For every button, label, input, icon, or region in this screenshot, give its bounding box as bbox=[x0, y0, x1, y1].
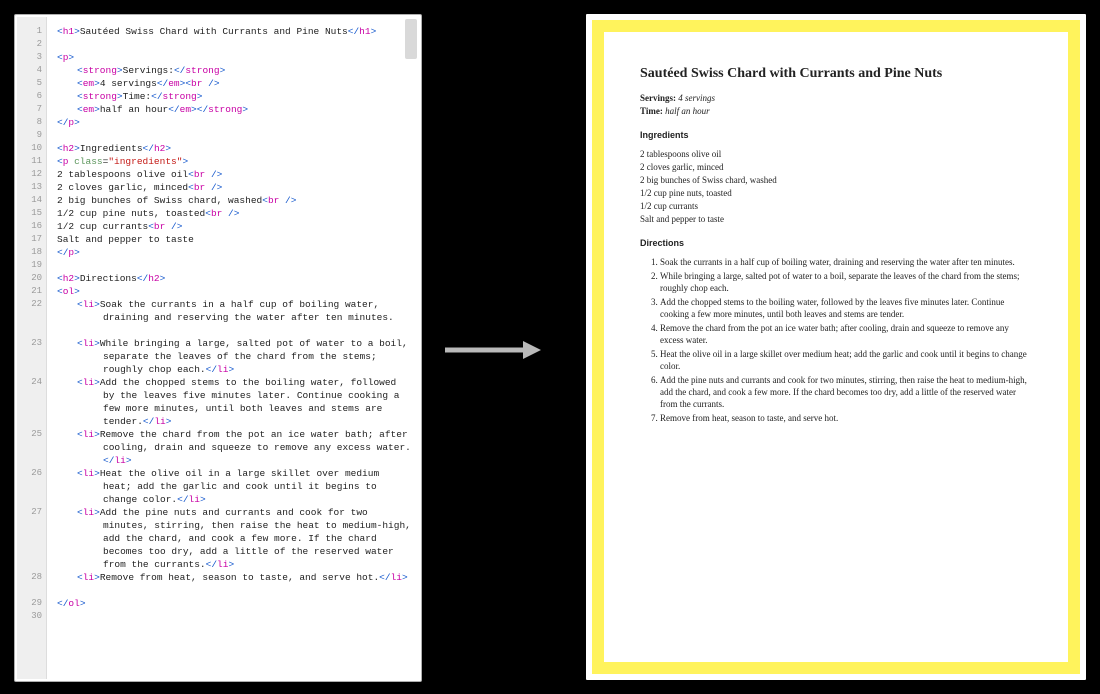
direction-step: Soak the currants in a half cup of boili… bbox=[660, 256, 1032, 268]
code-line[interactable]: 1/2 cup pine nuts, toasted<br /> bbox=[57, 207, 413, 220]
line-number: 23 bbox=[17, 337, 42, 376]
code-line[interactable]: <p class="ingredients"> bbox=[57, 155, 413, 168]
code-line[interactable] bbox=[57, 38, 413, 51]
code-line[interactable]: <li>Remove the chard from the pot an ice… bbox=[57, 428, 413, 467]
code-line[interactable]: </p> bbox=[57, 116, 413, 129]
line-number: 22 bbox=[17, 298, 42, 337]
code-line[interactable]: <h2>Ingredients</h2> bbox=[57, 142, 413, 155]
ingredients-block: 2 tablespoons olive oil2 cloves garlic, … bbox=[640, 148, 1032, 226]
ingredient-line: 2 tablespoons olive oil bbox=[640, 148, 1032, 161]
line-number: 28 bbox=[17, 571, 42, 597]
line-number: 29 bbox=[17, 597, 42, 610]
line-number: 5 bbox=[17, 77, 42, 90]
direction-step: While bringing a large, salted pot of wa… bbox=[660, 270, 1032, 294]
servings-value: 4 servings bbox=[678, 93, 715, 103]
code-line[interactable]: <li>Add the chopped stems to the boiling… bbox=[57, 376, 413, 428]
code-editor-panel: 1234567891011121314151617181920212223242… bbox=[14, 14, 422, 682]
time-value: half an hour bbox=[665, 106, 710, 116]
directions-heading: Directions bbox=[640, 238, 1032, 248]
line-number: 2 bbox=[17, 38, 42, 51]
line-number: 20 bbox=[17, 272, 42, 285]
line-number: 15 bbox=[17, 207, 42, 220]
line-number: 7 bbox=[17, 103, 42, 116]
code-line[interactable]: <strong>Time:</strong> bbox=[57, 90, 413, 103]
recipe-title: Sautéed Swiss Chard with Currants and Pi… bbox=[640, 66, 1032, 82]
code-line[interactable]: <li>While bringing a large, salted pot o… bbox=[57, 337, 413, 376]
direction-step: Remove the chard from the pot an ice wat… bbox=[660, 322, 1032, 346]
line-number: 19 bbox=[17, 259, 42, 272]
line-number: 16 bbox=[17, 220, 42, 233]
code-line[interactable]: 1/2 cup currants<br /> bbox=[57, 220, 413, 233]
code-line[interactable]: <li>Add the pine nuts and currants and c… bbox=[57, 506, 413, 571]
line-number: 27 bbox=[17, 506, 42, 571]
servings-line: Servings: 4 servings bbox=[640, 92, 1032, 105]
line-number-gutter: 1234567891011121314151617181920212223242… bbox=[17, 17, 47, 679]
code-line[interactable]: 2 tablespoons olive oil<br /> bbox=[57, 168, 413, 181]
time-line: Time: half an hour bbox=[640, 105, 1032, 118]
code-line[interactable]: <h2>Directions</h2> bbox=[57, 272, 413, 285]
code-line[interactable]: </ol> bbox=[57, 597, 413, 610]
line-number: 4 bbox=[17, 64, 42, 77]
code-line[interactable]: <h1>Sautéed Swiss Chard with Currants an… bbox=[57, 25, 413, 38]
code-line[interactable]: <ol> bbox=[57, 285, 413, 298]
ingredient-line: 2 cloves garlic, minced bbox=[640, 161, 1032, 174]
direction-step: Add the pine nuts and currants and cook … bbox=[660, 374, 1032, 410]
code-line[interactable]: 2 big bunches of Swiss chard, washed<br … bbox=[57, 194, 413, 207]
line-number: 26 bbox=[17, 467, 42, 506]
code-line[interactable]: <li>Soak the currants in a half cup of b… bbox=[57, 298, 413, 337]
code-line[interactable]: </p> bbox=[57, 246, 413, 259]
ingredient-line: 1/2 cup pine nuts, toasted bbox=[640, 187, 1032, 200]
ingredient-line: 2 big bunches of Swiss chard, washed bbox=[640, 174, 1032, 187]
direction-step: Remove from heat, season to taste, and s… bbox=[660, 412, 1032, 424]
line-number: 24 bbox=[17, 376, 42, 428]
code-text-area[interactable]: <h1>Sautéed Swiss Chard with Currants an… bbox=[47, 17, 419, 679]
comparison-stage: 1234567891011121314151617181920212223242… bbox=[0, 0, 1100, 694]
scrollbar-thumb[interactable] bbox=[405, 19, 417, 59]
line-number: 21 bbox=[17, 285, 42, 298]
line-number: 30 bbox=[17, 610, 42, 623]
direction-step: Add the chopped stems to the boiling wat… bbox=[660, 296, 1032, 320]
arrow-icon bbox=[445, 340, 541, 360]
ingredient-line: Salt and pepper to taste bbox=[640, 213, 1032, 226]
line-number: 13 bbox=[17, 181, 42, 194]
direction-step: Heat the olive oil in a large skillet ov… bbox=[660, 348, 1032, 372]
line-number: 8 bbox=[17, 116, 42, 129]
line-number: 12 bbox=[17, 168, 42, 181]
line-number: 14 bbox=[17, 194, 42, 207]
line-number: 6 bbox=[17, 90, 42, 103]
line-number: 1 bbox=[17, 25, 42, 38]
line-number: 3 bbox=[17, 51, 42, 64]
directions-list: Soak the currants in a half cup of boili… bbox=[640, 256, 1032, 424]
line-number: 25 bbox=[17, 428, 42, 467]
code-line[interactable] bbox=[57, 610, 413, 623]
code-line[interactable]: <em>half an hour</em></strong> bbox=[57, 103, 413, 116]
code-line[interactable]: Salt and pepper to taste bbox=[57, 233, 413, 246]
rendered-preview-panel: Sautéed Swiss Chard with Currants and Pi… bbox=[586, 14, 1086, 680]
code-line[interactable]: <li>Remove from heat, season to taste, a… bbox=[57, 571, 413, 597]
code-line[interactable]: <em>4 servings</em><br /> bbox=[57, 77, 413, 90]
code-line[interactable]: <p> bbox=[57, 51, 413, 64]
line-number: 11 bbox=[17, 155, 42, 168]
line-number: 18 bbox=[17, 246, 42, 259]
line-number: 17 bbox=[17, 233, 42, 246]
code-line[interactable] bbox=[57, 129, 413, 142]
time-label: Time: bbox=[640, 106, 663, 116]
line-number: 9 bbox=[17, 129, 42, 142]
line-number: 10 bbox=[17, 142, 42, 155]
servings-label: Servings: bbox=[640, 93, 676, 103]
code-line[interactable]: <li>Heat the olive oil in a large skille… bbox=[57, 467, 413, 506]
code-line[interactable]: 2 cloves garlic, minced<br /> bbox=[57, 181, 413, 194]
ingredient-line: 1/2 cup currants bbox=[640, 200, 1032, 213]
code-line[interactable]: <strong>Servings:</strong> bbox=[57, 64, 413, 77]
ingredients-heading: Ingredients bbox=[640, 130, 1032, 140]
code-line[interactable] bbox=[57, 259, 413, 272]
rendered-page: Sautéed Swiss Chard with Currants and Pi… bbox=[604, 32, 1068, 662]
